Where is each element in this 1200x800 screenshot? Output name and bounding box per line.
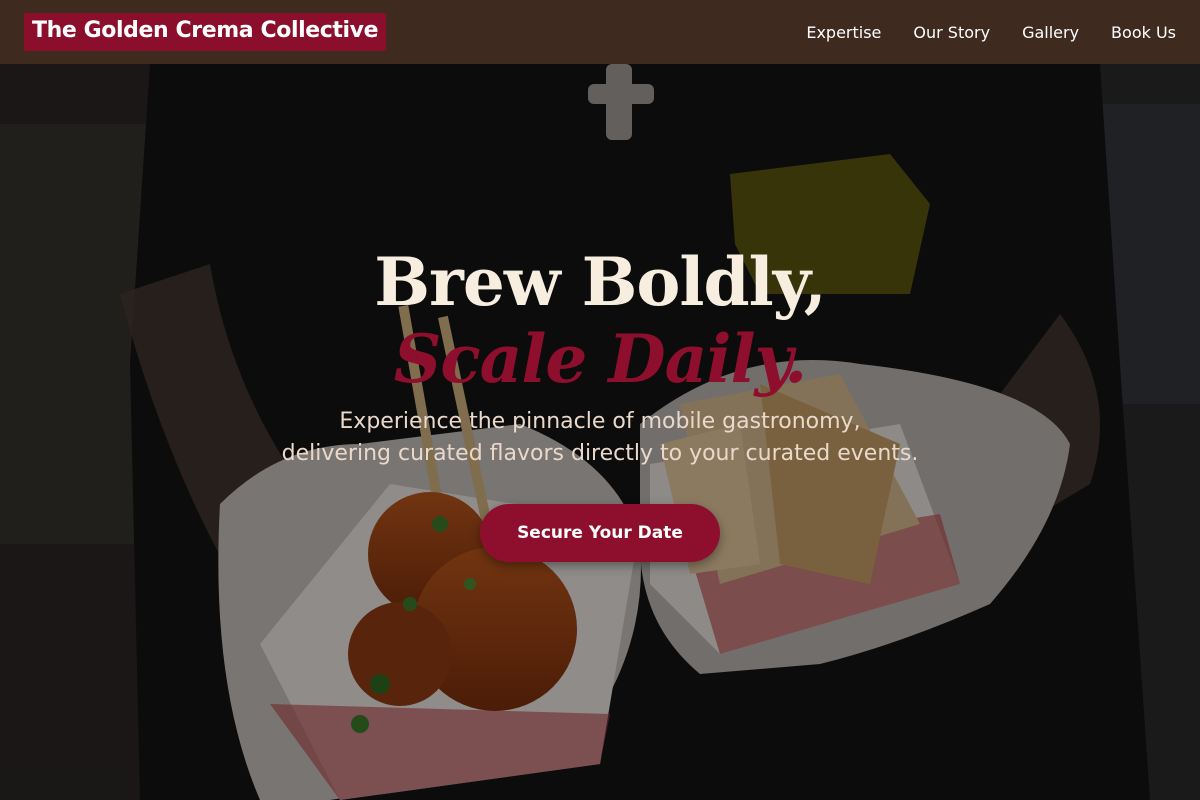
hero-subtext: Experience the pinnacle of mobile gastro… bbox=[220, 406, 980, 470]
nav-link-gallery[interactable]: Gallery bbox=[1022, 23, 1079, 42]
site-header: The Golden Crema Collective Expertise Ou… bbox=[0, 0, 1200, 64]
nav-link-our-story[interactable]: Our Story bbox=[913, 23, 990, 42]
main-nav: Expertise Our Story Gallery Book Us bbox=[806, 23, 1176, 42]
nav-link-expertise[interactable]: Expertise bbox=[806, 23, 881, 42]
secure-date-button[interactable]: Secure Your Date bbox=[480, 504, 720, 562]
hero-section: Brew Boldly, Scale Daily. Experience the… bbox=[0, 64, 1200, 800]
brand-logo[interactable]: The Golden Crema Collective bbox=[24, 13, 387, 51]
hero-headline-line1: Brew Boldly, bbox=[374, 243, 826, 321]
hero-headline-line2: Scale Daily. bbox=[393, 320, 808, 398]
hero-subtext-line1: Experience the pinnacle of mobile gastro… bbox=[339, 409, 861, 434]
nav-link-book-us[interactable]: Book Us bbox=[1111, 23, 1176, 42]
hero-subtext-line2: delivering curated flavors directly to y… bbox=[281, 441, 919, 466]
hero-content: Brew Boldly, Scale Daily. Experience the… bbox=[0, 64, 1200, 800]
